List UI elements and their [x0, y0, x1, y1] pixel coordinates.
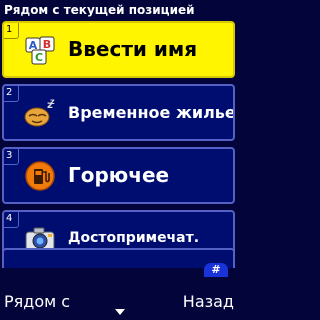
item-number: 4	[6, 213, 13, 224]
softkey-right[interactable]: Назад	[183, 292, 234, 312]
svg-text:B: B	[43, 38, 51, 51]
svg-text:z: z	[50, 97, 55, 106]
svg-text:C: C	[35, 51, 43, 64]
list-item-partial[interactable]	[2, 248, 235, 268]
softkey-left[interactable]: Рядом с	[4, 292, 70, 312]
page-title: Рядом с текущей позицией	[0, 0, 240, 20]
list-item-lodging[interactable]: 2 z z Временное жилье	[2, 84, 235, 141]
softkey-bar: Рядом с Назад	[0, 283, 240, 320]
chevron-down-icon[interactable]	[114, 308, 126, 316]
item-number: 3	[6, 150, 13, 161]
abc-blocks-icon: A B C	[25, 36, 55, 65]
item-label: Горючее	[68, 163, 170, 187]
category-list: 1 A B C Ввести имя 2 z z Временное жилье…	[0, 21, 240, 267]
item-label: Временное жилье	[68, 103, 235, 122]
fuel-pump-icon	[25, 161, 55, 191]
list-item-fuel[interactable]: 3 Горючее	[2, 147, 235, 204]
list-item-enter-name[interactable]: 1 A B C Ввести имя	[2, 21, 235, 78]
item-number: 2	[6, 87, 13, 98]
item-label: Ввести имя	[68, 37, 198, 61]
sleeping-zz-icon: z z	[24, 97, 55, 127]
item-number: 1	[6, 24, 13, 35]
scroll-hint-tab[interactable]: #	[204, 263, 228, 277]
